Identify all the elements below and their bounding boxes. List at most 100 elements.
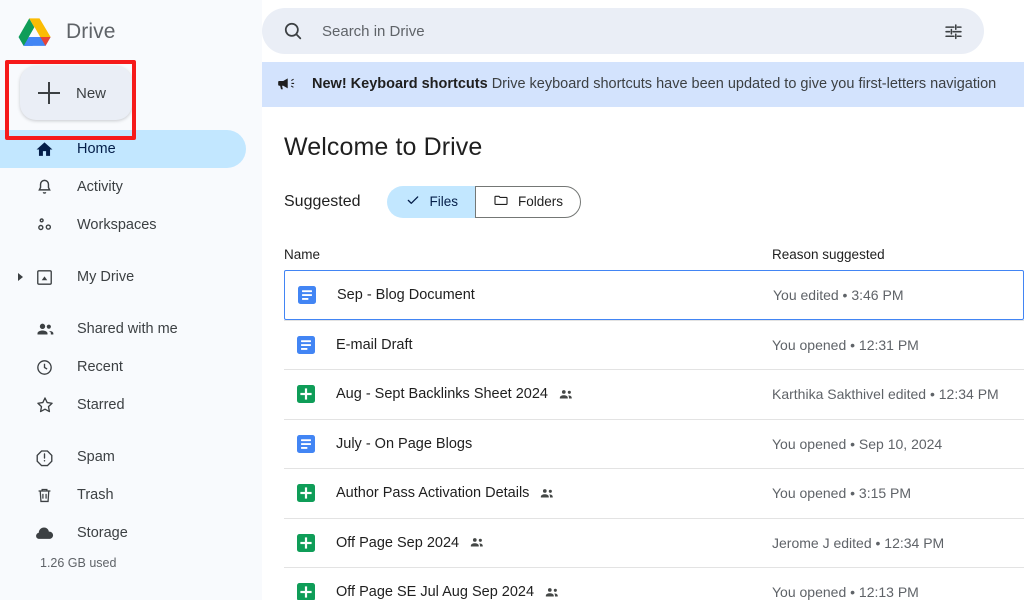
brand: Drive <box>0 0 262 52</box>
drive-app: Drive New Home Activity Workspaces My Dr… <box>0 0 1024 600</box>
sidebar-item-spam[interactable]: Spam <box>0 438 246 476</box>
sidebar: Drive New Home Activity Workspaces My Dr… <box>0 0 262 600</box>
sidebar-item-recent-label: Recent <box>77 359 123 375</box>
brand-name: Drive <box>66 20 116 43</box>
sidebar-item-trash-label: Trash <box>77 487 114 503</box>
sidebar-item-activity-label: Activity <box>77 179 123 195</box>
cell-reason-suggested: You opened • 12:13 PM <box>772 584 919 600</box>
bell-icon <box>34 177 55 198</box>
search-input[interactable] <box>322 22 936 40</box>
spam-icon <box>34 447 55 468</box>
star-icon <box>34 395 55 416</box>
file-name: July - On Page Blogs <box>336 435 473 452</box>
page-title: Welcome to Drive <box>284 132 483 161</box>
plus-icon <box>38 82 60 104</box>
content-area: Welcome to Drive Suggested Files Folders… <box>262 107 1024 600</box>
cell-name: Author Pass Activation Details <box>284 483 772 503</box>
tab-files[interactable]: Files <box>386 185 476 218</box>
cell-reason-suggested: You opened • Sep 10, 2024 <box>772 435 943 452</box>
table-row[interactable]: Sep - Blog Document You edited • 3:46 PM <box>284 269 1024 320</box>
table-row[interactable]: Aug - Sept Backlinks Sheet 2024 Karthika … <box>284 369 1024 419</box>
file-name: Sep - Blog Document <box>337 286 475 303</box>
file-name: E-mail Draft <box>336 336 413 353</box>
my-drive-icon <box>34 267 55 288</box>
sidebar-item-storage[interactable]: Storage <box>0 514 246 552</box>
folder-icon <box>493 192 509 211</box>
banner-body: Drive keyboard shortcuts have been updat… <box>491 76 997 93</box>
sidebar-item-workspaces-label: Workspaces <box>77 217 157 233</box>
nav-divider-1 <box>0 244 262 258</box>
new-button[interactable]: New <box>20 66 133 120</box>
shared-people-icon <box>539 485 556 502</box>
cell-reason-suggested: Karthika Sakthivel edited • 12:34 PM <box>772 386 999 403</box>
table-row[interactable]: July - On Page Blogs You opened • Sep 10,… <box>284 418 1024 469</box>
cell-name: Sep - Blog Document <box>285 285 773 305</box>
sheets-file-icon <box>296 582 316 600</box>
file-name: Author Pass Activation Details <box>336 485 530 502</box>
sheets-file-icon <box>296 533 316 553</box>
tab-folders-label: Folders <box>518 194 564 210</box>
storage-used-text: 1.26 GB used <box>40 556 117 570</box>
nav-divider-3 <box>0 424 262 438</box>
sidebar-item-starred[interactable]: Starred <box>0 386 246 424</box>
file-name: Off Page Sep 2024 <box>336 534 460 551</box>
nav-divider-2 <box>0 296 262 310</box>
table-row[interactable]: Off Page Sep 2024 Jerome J edited • 12:34… <box>284 517 1024 568</box>
suggested-filter-row: Suggested Files Folders <box>284 185 1024 218</box>
cell-name: Off Page Sep 2024 <box>284 533 772 553</box>
sidebar-item-my-drive[interactable]: My Drive <box>0 258 246 296</box>
cell-reason-suggested: You opened • 3:15 PM <box>772 485 912 502</box>
docs-file-icon <box>297 285 317 305</box>
tab-files-label: Files <box>429 194 459 210</box>
check-icon <box>405 192 421 211</box>
tune-icon[interactable] <box>936 14 970 48</box>
shared-people-icon <box>544 584 561 600</box>
sheets-file-icon <box>296 483 316 503</box>
search-icon <box>282 20 304 42</box>
sidebar-item-spam-label: Spam <box>77 449 115 465</box>
sidebar-nav: Home Activity Workspaces My Drive Shared… <box>0 130 262 570</box>
column-header-name[interactable]: Name <box>284 247 772 262</box>
sidebar-item-recent[interactable]: Recent <box>0 348 246 386</box>
trash-icon <box>34 485 55 506</box>
search-bar[interactable] <box>262 8 984 54</box>
suggested-label: Suggested <box>284 192 361 210</box>
table-row[interactable]: E-mail Draft You opened • 12:31 PM <box>284 319 1024 370</box>
cell-name: E-mail Draft <box>284 335 772 355</box>
workspaces-icon <box>34 215 55 236</box>
main-area: New! Keyboard shortcuts Drive keyboard s… <box>262 0 1024 600</box>
clock-icon <box>34 357 55 378</box>
cloud-icon <box>34 523 55 544</box>
cell-reason-suggested: You opened • 12:31 PM <box>772 336 919 353</box>
table-row[interactable]: Author Pass Activation Details You opened… <box>284 468 1024 518</box>
sidebar-item-trash[interactable]: Trash <box>0 476 246 514</box>
cell-name: Off Page SE Jul Aug Sep 2024 <box>284 582 772 600</box>
table-body: Sep - Blog Document You edited • 3:46 PM E… <box>284 269 1024 600</box>
cell-name: July - On Page Blogs <box>284 434 772 454</box>
sidebar-item-shared-with-me[interactable]: Shared with me <box>0 310 246 348</box>
cell-name: Aug - Sept Backlinks Sheet 2024 <box>284 384 772 404</box>
column-header-reason[interactable]: Reason suggested <box>772 247 1024 262</box>
sidebar-item-storage-label: Storage <box>77 525 128 541</box>
search-bar-row <box>262 0 1024 62</box>
sidebar-item-my-drive-label: My Drive <box>77 269 135 285</box>
table-row[interactable]: Off Page SE Jul Aug Sep 2024 You opened •… <box>284 567 1024 600</box>
banner-text: New! Keyboard shortcuts Drive keyboard s… <box>312 76 996 92</box>
sidebar-item-home[interactable]: Home <box>0 130 246 168</box>
tab-folders[interactable]: Folders <box>475 185 582 218</box>
files-folders-toggle: Files Folders <box>386 185 582 218</box>
file-name: Off Page SE Jul Aug Sep 2024 <box>336 584 535 600</box>
megaphone-icon <box>276 73 298 95</box>
docs-file-icon <box>296 434 316 454</box>
suggested-files-table: Name Reason suggested Sep - Blog Documen… <box>284 240 1024 600</box>
file-name: Aug - Sept Backlinks Sheet 2024 <box>336 386 548 403</box>
sidebar-item-workspaces[interactable]: Workspaces <box>0 206 246 244</box>
cell-reason-suggested: Jerome J edited • 12:34 PM <box>772 534 945 551</box>
docs-file-icon <box>296 335 316 355</box>
shared-people-icon <box>558 386 575 403</box>
sidebar-item-activity[interactable]: Activity <box>0 168 246 206</box>
sidebar-item-starred-label: Starred <box>77 397 125 413</box>
announcement-banner[interactable]: New! Keyboard shortcuts Drive keyboard s… <box>262 62 1024 107</box>
chevron-right-icon[interactable] <box>18 273 23 281</box>
sheets-file-icon <box>296 384 316 404</box>
